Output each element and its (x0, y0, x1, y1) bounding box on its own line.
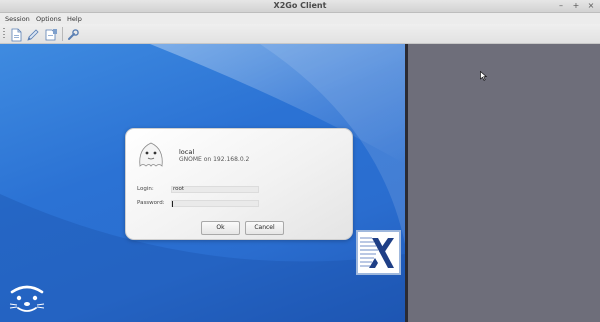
menu-options[interactable]: Options (36, 15, 61, 23)
new-session-icon[interactable] (9, 27, 23, 42)
close-button[interactable]: × (586, 0, 596, 12)
menu-help[interactable]: Help (67, 15, 82, 23)
password-label: Password: (137, 200, 165, 206)
session-manager-icon[interactable] (44, 27, 58, 41)
text-caret (172, 201, 173, 207)
login-label: Login: (137, 186, 154, 192)
toolbar-grip[interactable] (3, 28, 5, 40)
menu-bar: Session Options Help (0, 13, 600, 24)
menu-session[interactable]: Session (5, 15, 30, 23)
session-preview-panel[interactable] (405, 44, 600, 322)
session-avatar-icon (136, 139, 166, 169)
edit-session-icon[interactable] (26, 27, 40, 41)
toolbar-separator (62, 27, 63, 41)
settings-icon[interactable] (66, 27, 80, 41)
maximize-button[interactable]: + (571, 0, 581, 12)
mouse-pointer-icon (480, 66, 488, 85)
x-logo (356, 230, 401, 275)
login-field[interactable]: root (171, 186, 259, 193)
session-name: local (179, 148, 195, 156)
cancel-button[interactable]: Cancel (245, 221, 284, 235)
session-login-dialog: local GNOME on 192.168.0.2 Login: root P… (125, 128, 353, 240)
x2go-seal-logo (6, 278, 48, 318)
session-description: GNOME on 192.168.0.2 (179, 156, 250, 163)
password-field[interactable] (171, 200, 259, 207)
toolbar (0, 24, 600, 44)
minimize-button[interactable]: – (556, 0, 566, 12)
title-bar: X2Go Client – + × (0, 0, 600, 13)
window-title: X2Go Client (273, 1, 327, 10)
ok-button[interactable]: Ok (201, 221, 240, 235)
